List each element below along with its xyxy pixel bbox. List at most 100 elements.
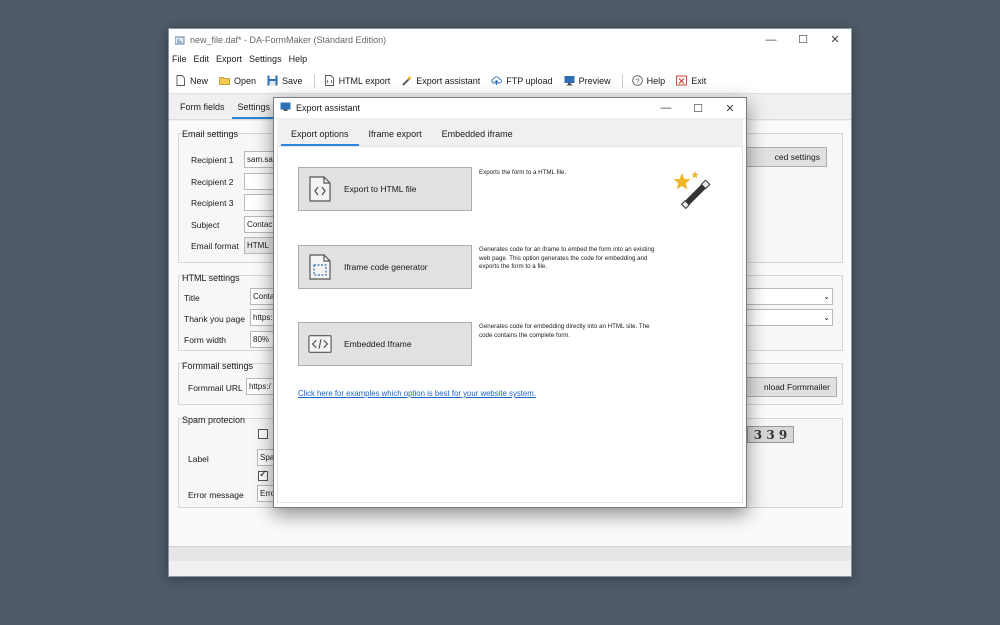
help-button[interactable]: ? Help: [631, 75, 666, 86]
subject-field[interactable]: Contac: [244, 216, 274, 233]
export-assistant-label: Export assistant: [416, 75, 481, 86]
tab-settings[interactable]: Settings: [231, 102, 278, 119]
preview-label: Preview: [578, 75, 611, 86]
email-format-select[interactable]: HTML: [244, 237, 274, 254]
html-file-icon: [324, 75, 335, 86]
svg-text:?: ?: [635, 76, 639, 85]
preview-button[interactable]: Preview: [564, 75, 611, 86]
toolbar: New Open Save HTML export Export assista…: [169, 68, 851, 94]
dialog-close-button[interactable]: ✕: [714, 98, 746, 118]
html-export-button[interactable]: HTML export: [324, 75, 391, 86]
spam-checkbox[interactable]: [258, 429, 268, 439]
email-format-label: Email format: [191, 241, 239, 251]
minimize-button[interactable]: —: [755, 29, 787, 50]
dialog-minimize-button[interactable]: —: [650, 98, 682, 118]
main-titlebar[interactable]: new_file.daf* - DA-FormMaker (Standard E…: [169, 29, 851, 50]
menu-edit[interactable]: Edit: [194, 54, 210, 64]
formmail-settings-title: Formmail settings: [182, 361, 254, 371]
recipient2-label: Recipient 2: [191, 177, 234, 187]
embedded-iframe-button[interactable]: Embedded Iframe: [298, 322, 472, 366]
exit-label: Exit: [691, 75, 707, 86]
dialog-titlebar[interactable]: Export assistant — ☐ ✕: [274, 98, 746, 119]
advanced-settings-button[interactable]: ced settings: [734, 147, 827, 167]
spam-checkbox-checked[interactable]: [258, 469, 268, 481]
new-file-icon: [175, 75, 186, 86]
html-title-label: Title: [184, 293, 200, 303]
recipient1-field[interactable]: sam.sa: [244, 151, 274, 168]
iframe-file-icon: [308, 254, 332, 280]
new-button[interactable]: New: [175, 75, 208, 86]
export-assistant-dialog: Export assistant — ☐ ✕ Export options If…: [273, 97, 747, 508]
monitor-icon: [564, 75, 575, 86]
spam-label-label: Label: [188, 454, 209, 464]
html-dropdown-1[interactable]: ⌄: [741, 288, 833, 305]
exit-icon: [676, 75, 688, 86]
embedded-iframe-label: Embedded Iframe: [344, 339, 412, 349]
spam-title: Spam protecion: [182, 415, 246, 425]
folder-icon: [219, 75, 230, 86]
dialog-app-icon: [280, 102, 291, 114]
dialog-title: Export assistant: [296, 103, 361, 113]
captcha-image: 3 3 9: [747, 426, 794, 443]
open-label: Open: [234, 75, 257, 86]
subject-label: Subject: [191, 220, 220, 230]
magic-wand-icon: [401, 75, 413, 86]
tab-export-options[interactable]: Export options: [281, 129, 359, 146]
form-width-field[interactable]: 80%: [250, 331, 275, 348]
export-html-file-description: Exports the form to a HTML file.: [479, 169, 567, 176]
code-file-icon: [308, 176, 332, 202]
iframe-code-generator-description: Generates code for an iframe to embed th…: [479, 246, 655, 271]
exit-button[interactable]: Exit: [676, 75, 706, 86]
cloud-upload-icon: [491, 75, 503, 86]
formmail-url-field[interactable]: https:/: [246, 378, 274, 395]
export-html-file-button[interactable]: Export to HTML file: [298, 167, 472, 211]
thank-you-field[interactable]: https:: [250, 309, 275, 326]
tab-form-fields[interactable]: Form fields: [174, 102, 232, 119]
examples-link[interactable]: Click here for examples which option is …: [298, 389, 536, 398]
export-html-file-label: Export to HTML file: [344, 184, 417, 194]
iframe-code-generator-label: Iframe code generator: [344, 262, 428, 272]
maximize-button[interactable]: ☐: [787, 29, 819, 50]
embedded-iframe-description: Generates code for embedding directly in…: [479, 323, 650, 339]
toolbar-separator: [621, 73, 623, 88]
tab-embedded-iframe[interactable]: Embedded iframe: [432, 129, 523, 146]
save-label: Save: [282, 75, 303, 86]
ftp-upload-label: FTP upload: [506, 75, 553, 86]
save-button[interactable]: Save: [267, 75, 303, 86]
toolbar-separator: [313, 73, 315, 88]
main-window-title: new_file.daf* - DA-FormMaker (Standard E…: [190, 34, 387, 45]
app-icon: [174, 35, 185, 45]
error-message-label: Error message: [188, 490, 244, 500]
html-title-field[interactable]: Conta: [250, 288, 275, 305]
close-button[interactable]: ✕: [819, 29, 851, 50]
menu-file[interactable]: File: [172, 54, 187, 64]
html-settings-title: HTML settings: [182, 273, 240, 283]
new-label: New: [190, 75, 209, 86]
recipient3-field[interactable]: [244, 194, 274, 211]
export-assistant-button[interactable]: Export assistant: [401, 75, 480, 86]
recipient2-field[interactable]: [244, 173, 274, 190]
menu-export[interactable]: Export: [216, 54, 242, 64]
help-icon: ?: [631, 75, 643, 86]
html-export-label: HTML export: [338, 75, 391, 86]
dialog-tabs: Export options Iframe export Embedded if…: [277, 119, 743, 146]
email-settings-title: Email settings: [182, 129, 239, 139]
tab-iframe-export[interactable]: Iframe export: [359, 129, 432, 146]
menu-bar: File Edit Export Settings Help: [169, 50, 851, 68]
thank-you-label: Thank you page: [184, 314, 245, 324]
dialog-maximize-button[interactable]: ☐: [682, 98, 714, 118]
recipient3-label: Recipient 3: [191, 198, 234, 208]
iframe-code-generator-button[interactable]: Iframe code generator: [298, 245, 472, 289]
form-width-label: Form width: [184, 335, 227, 345]
formmail-url-label: Formmail URL: [188, 383, 243, 393]
menu-help[interactable]: Help: [289, 54, 308, 64]
help-label: Help: [646, 75, 666, 86]
ftp-upload-button[interactable]: FTP upload: [491, 75, 553, 86]
download-formmailer-button[interactable]: nload Formmailer: [736, 377, 837, 397]
menu-settings[interactable]: Settings: [249, 54, 282, 64]
dialog-body: Export to HTML file Exports the form to …: [277, 146, 743, 503]
magic-wand-icon: [671, 169, 717, 215]
html-dropdown-2[interactable]: ⌄: [741, 309, 833, 326]
save-icon: [267, 75, 278, 86]
open-button[interactable]: Open: [219, 75, 256, 86]
